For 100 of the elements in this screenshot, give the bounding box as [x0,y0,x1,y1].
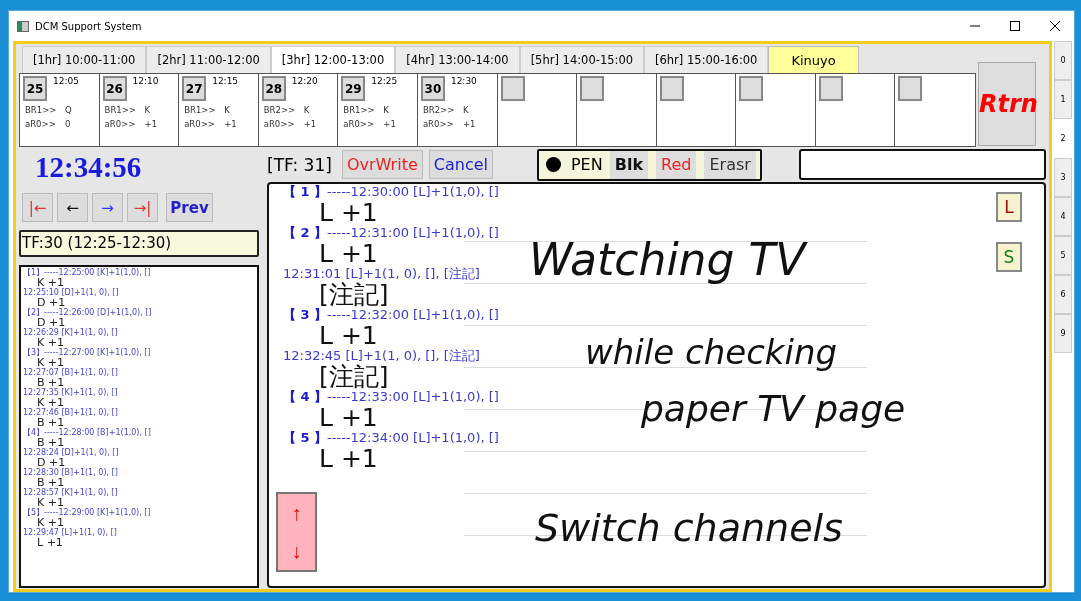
side-tab[interactable]: 3 [1054,158,1072,197]
hour-tab[interactable]: [1hr] 10:00-11:00 [22,46,147,73]
frame-number[interactable]: 28 [261,76,286,101]
frame-row-label: aR0>> [263,119,294,129]
log-entry: K +1 [37,277,64,288]
log-entry: B +1 [37,477,65,488]
frame-row-label: aR0>> [343,119,374,129]
frame-number-box[interactable] [659,76,684,101]
frame-number-box[interactable] [739,76,764,101]
frame-row-value: +1 [462,119,476,129]
hour-tab[interactable]: [6hr] 15:00-16:00 [644,46,769,73]
frame-time: 12:20 [291,76,318,86]
log-header: 【3】-----12:27:00 [K]+1(1,0), [] [23,348,152,357]
frame-row-value: +1 [224,119,237,129]
frame-number[interactable]: 25 [23,76,47,101]
side-button[interactable]: S [996,242,1022,272]
log-header: 12:27:46 [B]+1(1, 0), [] [23,408,119,417]
log-header: 12:28:57 [K]+1(1, 0), [] [23,488,119,497]
log-header: 【5】-----12:29:00 [K]+1(1,0), [] [23,508,152,517]
close-icon[interactable] [1049,20,1061,32]
window-title: DCM Support System [35,20,142,32]
frame-row-label: aR0>> [422,119,453,129]
frame-number-box[interactable] [580,76,605,101]
log-entry: L +1 [318,323,379,348]
side-tab[interactable]: 1 [1054,80,1072,119]
forward-button[interactable]: → [92,193,123,222]
frame-cell[interactable]: 27 12:15 BR1>> K aR0>> +1 [179,74,259,146]
writing-canvas[interactable] [267,182,1046,588]
frame-row-label: aR0>> [184,119,215,129]
dot-icon [545,157,561,172]
log-entry: B +1 [37,437,65,448]
frame-number[interactable]: 27 [182,76,207,101]
log-header: 【 3 】-----12:32:00 [L]+1(1,0), [] [283,307,499,323]
user-tab[interactable]: Kinuyo [768,46,859,73]
log-entry: L +1 [318,446,379,471]
frame-cell[interactable]: 30 12:30 BR2>> K aR0>> +1 [417,74,498,146]
frame-cell[interactable]: 26 12:10 BR1>> K aR0>> +1 [99,74,180,146]
pen-label: PEN [569,154,604,176]
log-entry: K +1 [37,397,64,408]
side-tab[interactable]: 0 [1054,41,1072,80]
note-field[interactable] [798,149,1046,180]
hour-tab[interactable]: [5hr] 14:00-15:00 [519,46,645,73]
log-header: 12:27:07 [B]+1(1, 0), [] [23,368,119,377]
log-entry: B +1 [37,417,65,428]
cancel-button[interactable]: Cancel [428,150,493,179]
prev-button[interactable]: Prev [166,193,213,222]
side-button[interactable]: L [996,192,1022,222]
log-entry: [注記] [319,364,390,389]
frame-row-label: BR1>> [184,105,215,115]
frame-time: 12:15 [212,76,239,86]
frame-row-label: aR0>> [104,119,135,129]
hour-tab[interactable]: [3hr] 12:00-13:00 [270,46,396,73]
log-entry: B +1 [37,377,65,388]
frame-number-box[interactable] [898,76,923,101]
log-header: 【 5 】-----12:34:00 [L]+1(1,0), [] [283,430,499,446]
frame-cell[interactable] [736,74,816,146]
frame-number-box[interactable] [818,76,843,101]
log-entry: K +1 [37,337,64,348]
hour-tab[interactable]: [2hr] 11:00-12:00 [146,46,271,73]
frame-number[interactable]: 30 [420,76,445,101]
frame-row-value: K [303,105,310,115]
log-entry: [注記] [319,282,390,307]
frame-number-box[interactable] [500,76,525,101]
frame-row-label: BR1>> [104,105,135,115]
app-icon [17,20,29,32]
log-header: 12:25:10 [D]+1(1, 0), [] [23,288,120,297]
frame-row-value: Q [65,105,72,115]
frame-number[interactable]: 29 [341,76,366,101]
frame-cell[interactable] [577,74,657,146]
frame-row-value: +1 [303,119,317,129]
frame-time: 12:10 [132,76,159,86]
handwritten-text: Watching TV [529,234,806,285]
frame-row-value: +1 [383,119,396,129]
frame-row-value: K [462,105,469,115]
frame-number[interactable]: 26 [102,76,127,101]
side-tab[interactable]: 4 [1054,197,1072,236]
eraser-button[interactable]: Erasr [704,150,756,179]
frame-time: 12:25 [371,76,398,86]
log-entry: L +1 [319,200,379,225]
frame-row-value: +1 [144,119,158,129]
maximize-icon[interactable] [1009,20,1021,32]
handwritten-text: while checking [585,332,838,372]
frame-cell[interactable]: 28 12:20 BR2>> K aR0>> +1 [258,74,339,146]
log-header: 【 2 】-----12:31:00 [L]+1(1,0), [] [283,225,499,241]
frame-row-label: BR1>> [343,105,374,115]
handwritten-text: paper TV page [641,388,906,429]
side-tab[interactable]: 6 [1054,275,1072,314]
log-header: 12:31:01 [L]+1(1, 0), [], [注記] [283,266,481,282]
log-entry: L +1 [36,537,64,548]
hour-tab[interactable]: [4hr] 13:00-14:00 [395,46,520,73]
side-tab[interactable]: 5 [1054,236,1072,275]
pen-color-button[interactable]: Blk [609,150,649,179]
log-header: 12:26:29 [K]+1(1, 0), [] [23,328,119,337]
back-button[interactable]: ← [57,193,88,222]
log-header: 12:29:47 [L]+1(1, 0), [] [23,528,118,537]
log-entry: K +1 [37,357,64,368]
frame-cell[interactable]: 29 12:25 BR1>> K aR0>> +1 [338,74,418,146]
side-tab[interactable]: 9 [1054,314,1072,353]
log-header: 【 4 】-----12:33:00 [L]+1(1,0), [] [283,389,499,405]
frame-cell[interactable]: 25 12:05 BR1>> Q aR0>> 0 [20,74,100,146]
